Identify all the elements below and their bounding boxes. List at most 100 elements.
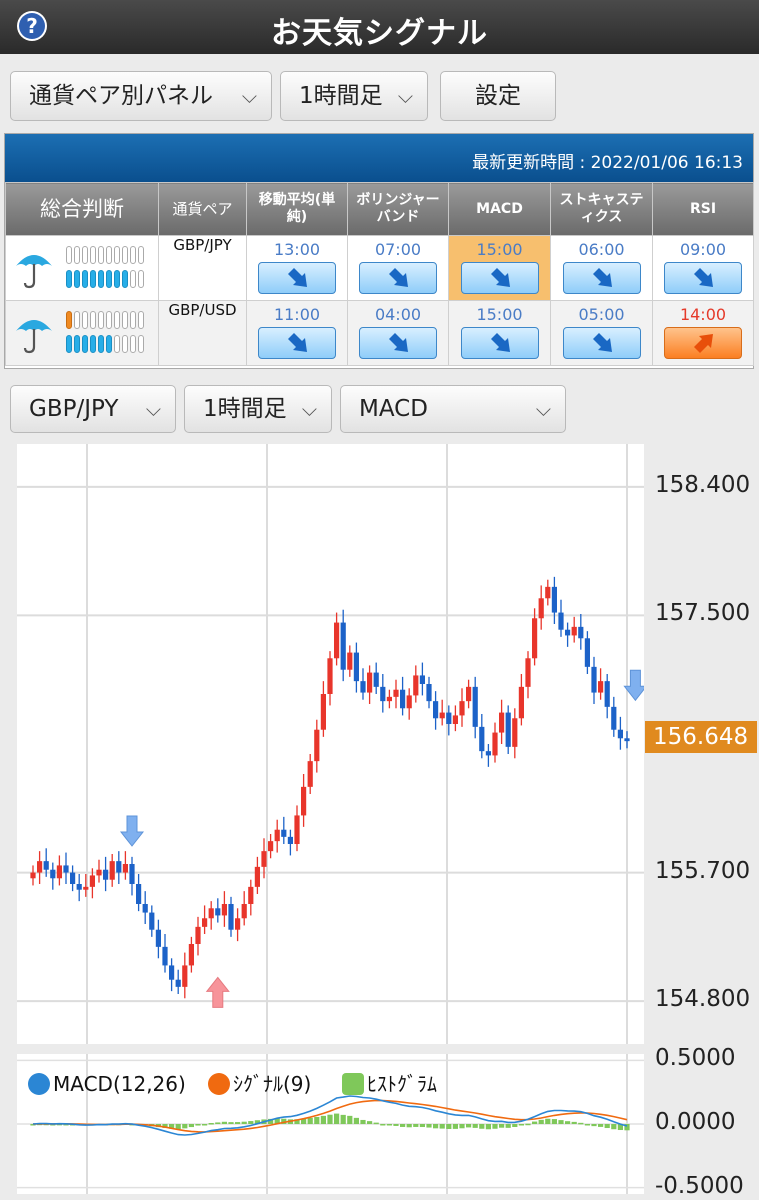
- candle-body: [208, 908, 214, 919]
- histogram-bar: [373, 1122, 379, 1125]
- histogram-bar: [472, 1124, 478, 1128]
- candle-body: [446, 712, 452, 724]
- candle-body: [116, 861, 122, 873]
- meter-segment: [74, 246, 80, 264]
- meter-segment: [82, 270, 88, 288]
- candle-body: [175, 979, 181, 987]
- header-bollinger: ボリンジャーバンド: [347, 182, 449, 236]
- histogram-bar: [386, 1124, 392, 1126]
- meter-segment: [98, 335, 104, 353]
- header-pair: 通貨ペア: [158, 182, 247, 236]
- meter-segment: [66, 270, 72, 288]
- signal-down-button[interactable]: [258, 262, 336, 294]
- legend-histogram: ﾋｽﾄｸﾞﾗﾑ: [342, 1070, 437, 1098]
- candle-body: [518, 686, 524, 719]
- candle-body: [129, 864, 135, 884]
- chevron-down-icon: ⌵: [145, 397, 161, 421]
- meter-segment: [114, 270, 120, 288]
- candle-body: [301, 786, 307, 816]
- candle-body: [393, 689, 399, 697]
- candle-body: [76, 884, 82, 890]
- candle-body: [413, 675, 419, 696]
- meter-segment: [82, 311, 88, 329]
- histogram-bar: [433, 1124, 439, 1129]
- signal-time: 15:00: [476, 305, 523, 324]
- candle-body: [439, 712, 445, 719]
- histogram-bar: [307, 1117, 313, 1124]
- histogram-bar: [195, 1124, 201, 1126]
- candle-body: [373, 672, 379, 687]
- candle-body: [254, 866, 260, 887]
- candle-body: [584, 638, 590, 667]
- sell-signal-arrow: [119, 815, 145, 847]
- signal-time: 15:00: [476, 240, 523, 259]
- candle-body: [287, 836, 293, 844]
- candle-body: [63, 865, 69, 873]
- histogram-bar: [518, 1124, 524, 1126]
- signal-down-button[interactable]: [562, 327, 641, 359]
- candle-body: [472, 686, 478, 727]
- histogram-bar: [604, 1124, 610, 1129]
- legend-macd-text: MACD(12,26): [53, 1072, 186, 1096]
- timeframe-select[interactable]: 1時間足 ⌵: [280, 71, 428, 121]
- view-select[interactable]: 通貨ペア別パネル ⌵: [10, 71, 272, 121]
- candle-body: [380, 686, 386, 702]
- signal-down-button[interactable]: [664, 262, 742, 294]
- candle-body: [538, 598, 544, 619]
- signal-down-button[interactable]: [258, 327, 336, 359]
- signal-time: 09:00: [679, 240, 727, 259]
- indicator-select[interactable]: MACD ⌵: [340, 385, 566, 433]
- meter-segment: [130, 270, 136, 288]
- settings-button[interactable]: 設定: [440, 71, 556, 121]
- histogram-bar: [446, 1124, 452, 1129]
- histogram-bar: [360, 1119, 366, 1124]
- view-select-label: 通貨ペア別パネル: [29, 83, 213, 109]
- pair-name: GBP/JPY: [158, 235, 247, 301]
- signal-down-button[interactable]: [460, 262, 539, 294]
- signal-down-button[interactable]: [359, 327, 437, 359]
- pair-name: GBP/USD: [158, 300, 247, 366]
- histogram-bar: [538, 1119, 544, 1124]
- candle-body: [314, 729, 320, 762]
- signal-down-button[interactable]: [460, 327, 539, 359]
- signal-down-button[interactable]: [562, 262, 641, 294]
- candle-body: [215, 908, 221, 916]
- histogram-bar: [532, 1121, 538, 1124]
- meter-segment: [122, 335, 128, 353]
- histogram-bar: [320, 1115, 326, 1124]
- candle-body: [400, 689, 406, 709]
- candle-body: [56, 865, 62, 879]
- signal-up-button[interactable]: [664, 327, 742, 359]
- pair-select-label: GBP/JPY: [29, 396, 119, 422]
- candle-body: [512, 718, 518, 747]
- histogram-bar: [367, 1121, 373, 1124]
- candle-body: [459, 701, 465, 716]
- signal-down-button[interactable]: [359, 262, 437, 294]
- candle-body: [142, 904, 148, 913]
- arrow-up-right-icon: [694, 334, 713, 353]
- pair-select[interactable]: GBP/JPY ⌵: [10, 385, 176, 433]
- candle-body: [466, 686, 472, 702]
- chart-timeframe-select[interactable]: 1時間足 ⌵: [184, 385, 332, 433]
- signal-time: 11:00: [273, 305, 321, 324]
- candle-body: [624, 738, 630, 742]
- candle-body: [248, 886, 254, 904]
- histogram-bar: [505, 1124, 511, 1128]
- candle-body: [386, 696, 392, 702]
- signal-cell: 14:00: [652, 300, 754, 366]
- price-chart[interactable]: [17, 444, 648, 1044]
- signal-panel: 最新更新時間 : 2022/01/06 16:13 総合判断 通貨ペア 移動平均…: [4, 133, 754, 369]
- candle-body: [433, 701, 439, 719]
- candle-body: [109, 861, 115, 880]
- candle-body: [327, 658, 333, 694]
- signal-time: 06:00: [578, 240, 625, 259]
- arrow-down-right-icon: [592, 333, 612, 352]
- candle-body: [241, 904, 247, 919]
- candle-body: [505, 712, 511, 747]
- candle-body: [182, 965, 188, 987]
- candle-body: [274, 829, 280, 842]
- signal-strength-meter: [66, 311, 144, 359]
- meter-segment: [82, 246, 88, 264]
- histogram-bar: [578, 1122, 584, 1125]
- meter-segment: [114, 246, 120, 264]
